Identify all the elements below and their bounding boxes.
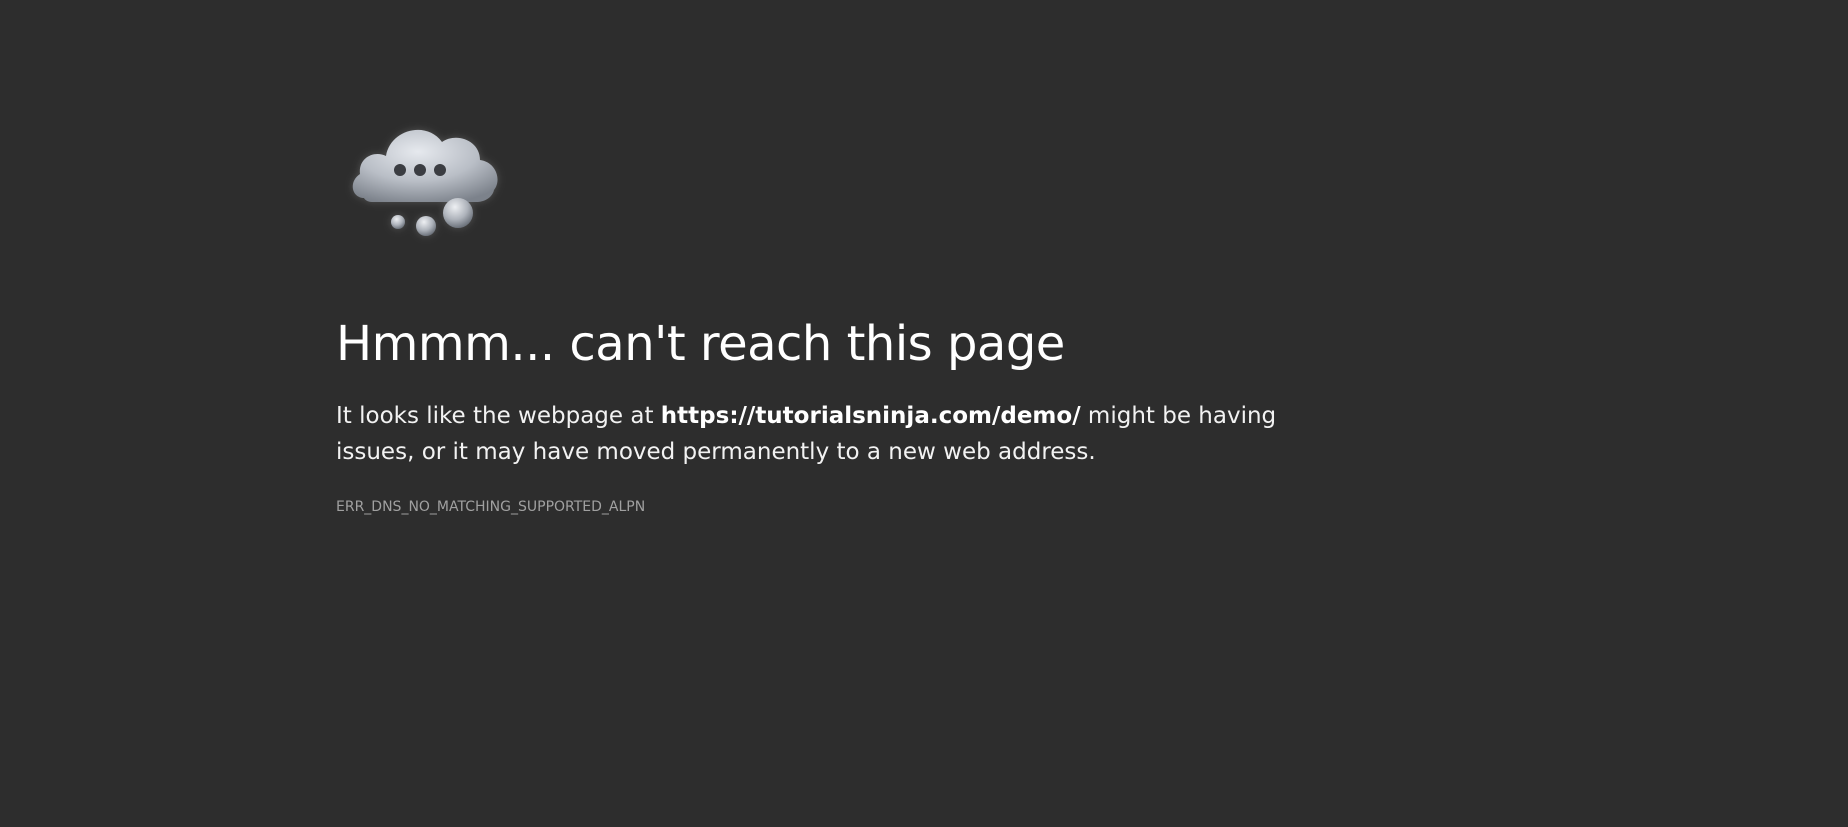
cloud-thinking-icon — [344, 110, 514, 250]
page-url: https://tutorialsninja.com/demo/ — [660, 403, 1081, 429]
message-prefix: It looks like the webpage at — [336, 403, 661, 429]
error-page: Hmmm... can't reach this page It looks l… — [0, 0, 1848, 827]
page-title: Hmmm... can't reach this page — [336, 316, 1065, 372]
error-code: ERR_DNS_NO_MATCHING_SUPPORTED_ALPN — [336, 499, 646, 515]
error-message: It looks like the webpage at https://tut… — [336, 398, 1336, 470]
